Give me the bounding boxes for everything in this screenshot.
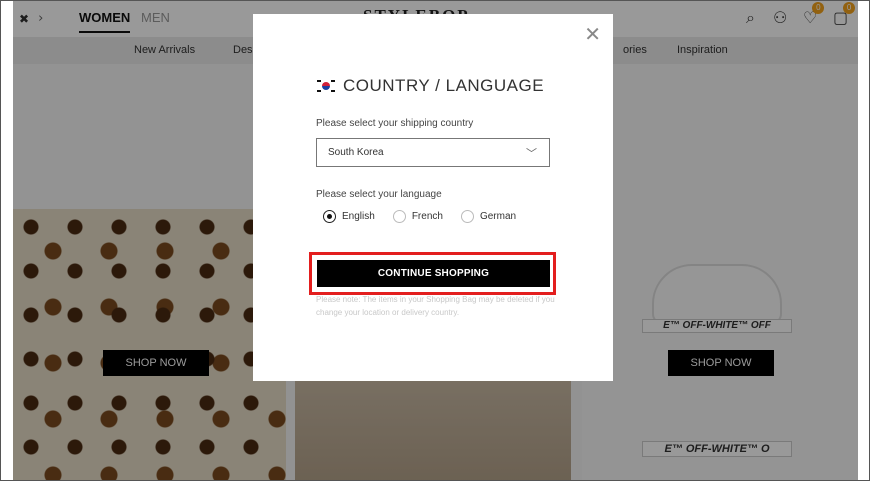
language-radio-group: English French German bbox=[323, 210, 516, 223]
country-label: Please select your shipping country bbox=[316, 118, 474, 129]
korea-flag-icon bbox=[317, 79, 335, 93]
radio-label-english: English bbox=[342, 211, 375, 222]
modal-title-text: COUNTRY / LANGUAGE bbox=[343, 76, 545, 95]
chevron-down-icon: ﹀ bbox=[526, 147, 537, 160]
location-change-note: Please note: The items in your Shopping … bbox=[316, 295, 555, 317]
radio-label-french: French bbox=[411, 211, 443, 222]
modal-title: COUNTRY / LANGUAGE bbox=[317, 76, 544, 96]
language-option-english[interactable]: English bbox=[323, 210, 375, 223]
continue-shopping-button[interactable]: CONTINUE SHOPPING bbox=[317, 260, 550, 287]
close-icon[interactable]: ✕ bbox=[584, 24, 601, 44]
country-language-modal: ✕ COUNTRY / LANGUAGE Please select your … bbox=[253, 14, 613, 381]
radio-english[interactable] bbox=[323, 210, 336, 223]
radio-label-german: German bbox=[479, 211, 517, 222]
language-option-german[interactable]: German bbox=[460, 210, 517, 223]
radio-french[interactable] bbox=[392, 210, 406, 223]
language-label: Please select your language bbox=[316, 189, 442, 200]
language-option-french[interactable]: French bbox=[392, 210, 443, 223]
country-select[interactable]: South Korea ﹀ bbox=[316, 138, 550, 167]
radio-german[interactable] bbox=[460, 210, 474, 223]
country-select-value: South Korea bbox=[328, 147, 384, 158]
